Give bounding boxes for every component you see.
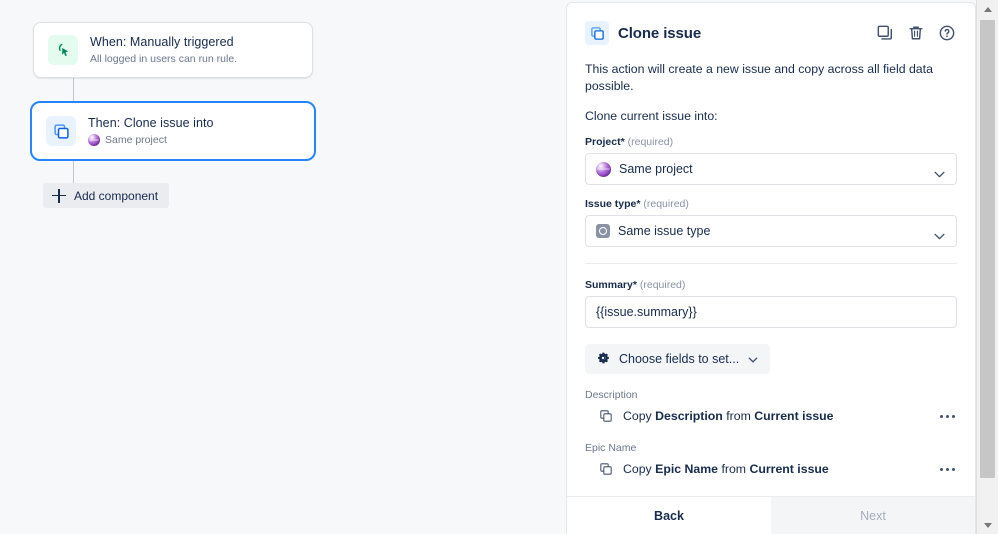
project-avatar-icon (88, 134, 100, 146)
copy-icon (599, 409, 615, 423)
copy-field: Description (655, 409, 723, 423)
field-issue-type: Issue type* (required) Same issue type (585, 197, 957, 247)
duplicate-icon[interactable] (875, 23, 895, 43)
summary-required-star: * (633, 279, 637, 291)
next-button[interactable]: Next (771, 497, 975, 534)
copy-group: Description Copy Description from Curren… (585, 388, 957, 427)
chevron-down-icon (934, 229, 945, 243)
copy-middle: from (721, 462, 746, 476)
copy-row-text: Copy Description from Current issue (623, 409, 834, 423)
more-actions-icon[interactable] (940, 415, 957, 418)
trigger-subtitle-row: All logged in users can run rule. (90, 52, 237, 67)
copy-row-text: Copy Epic Name from Current issue (623, 462, 829, 476)
panel-footer: Back Next (567, 496, 975, 534)
gear-icon (596, 351, 610, 368)
panel-scroll-area: Clone issue (567, 3, 975, 496)
copy-source: Current issue (749, 462, 828, 476)
clone-issue-icon (46, 116, 76, 146)
chevron-down-icon (934, 167, 945, 181)
copy-group: Epic Name Copy Epic Name from Current is… (585, 441, 957, 480)
field-project: Project* (required) Same project (585, 135, 957, 185)
issue-type-required-note: (required) (643, 198, 689, 210)
choose-fields-button[interactable]: Choose fields to set... (585, 344, 770, 374)
summary-label-text: Summary (585, 279, 633, 291)
choose-fields-label: Choose fields to set... (619, 352, 739, 366)
page-title: Clone issue (618, 25, 701, 42)
panel-lead-text: Clone current issue into: (585, 109, 957, 123)
issue-type-required-star: * (636, 198, 640, 210)
action-subtitle: Same project (105, 133, 167, 148)
scroll-up-button[interactable] (977, 0, 998, 18)
rule-card-action[interactable]: Then: Clone issue into Same project (30, 101, 316, 161)
project-avatar-icon (596, 162, 611, 177)
trash-icon[interactable] (906, 23, 926, 43)
more-actions-icon[interactable] (940, 468, 957, 471)
panel-header-actions (875, 23, 957, 43)
copy-prefix: Copy (623, 462, 652, 476)
project-select-value: Same project (619, 162, 693, 176)
help-icon[interactable] (937, 23, 957, 43)
copy-row[interactable]: Copy Description from Current issue (585, 405, 957, 427)
project-select[interactable]: Same project (585, 153, 957, 185)
connector-line-1 (73, 78, 74, 101)
trigger-title: When: Manually triggered (90, 34, 237, 50)
action-config-panel: Clone issue (566, 2, 976, 534)
caret-up-icon (984, 7, 992, 12)
panel-description: This action will create a new issue and … (585, 61, 957, 95)
issue-type-select-value-wrap: Same issue type (596, 224, 710, 238)
copy-icon (599, 462, 615, 476)
project-required-star: * (621, 136, 625, 148)
automation-rule-editor: When: Manually triggered All logged in u… (0, 0, 998, 534)
issue-type-select-value: Same issue type (618, 224, 710, 238)
copy-prefix: Copy (623, 409, 652, 423)
add-component-label: Add component (74, 189, 158, 203)
action-subtitle-row: Same project (88, 133, 213, 148)
field-label-project: Project* (required) (585, 135, 957, 149)
copy-row[interactable]: Copy Epic Name from Current issue (585, 458, 957, 480)
field-label-summary: Summary* (required) (585, 278, 957, 292)
page-scrollbar[interactable] (976, 0, 998, 534)
field-label-issue-type: Issue type* (required) (585, 197, 957, 211)
section-divider (585, 263, 957, 264)
copy-field: Epic Name (655, 462, 718, 476)
project-select-value-wrap: Same project (596, 162, 693, 177)
cursor-click-icon (48, 35, 78, 65)
project-label-text: Project (585, 136, 621, 148)
panel-header: Clone issue (585, 19, 957, 47)
issue-type-icon (596, 224, 610, 238)
scrollbar-thumb[interactable] (980, 20, 995, 478)
project-required-note: (required) (628, 136, 674, 148)
copy-group-label: Description (585, 388, 957, 402)
action-title: Then: Clone issue into (88, 115, 213, 131)
rule-card-trigger[interactable]: When: Manually triggered All logged in u… (33, 22, 313, 78)
scroll-down-button[interactable] (977, 516, 998, 534)
summary-required-note: (required) (640, 279, 686, 291)
rule-canvas: When: Manually triggered All logged in u… (0, 0, 566, 534)
trigger-subtitle: All logged in users can run rule. (90, 52, 237, 67)
summary-input-value: {{issue.summary}} (596, 305, 697, 319)
issue-type-select[interactable]: Same issue type (585, 215, 957, 247)
summary-input[interactable]: {{issue.summary}} (585, 296, 957, 328)
clone-issue-icon (585, 21, 609, 45)
connector-line-2 (73, 161, 74, 184)
plus-icon (52, 189, 66, 203)
copy-source: Current issue (754, 409, 833, 423)
issue-type-label-text: Issue type (585, 198, 636, 210)
copy-middle: from (726, 409, 751, 423)
back-button[interactable]: Back (567, 497, 771, 534)
copy-group-label: Epic Name (585, 441, 957, 455)
caret-down-icon (984, 523, 992, 528)
add-component-button[interactable]: Add component (43, 183, 169, 208)
field-summary: Summary* (required) {{issue.summary}} (585, 278, 957, 328)
chevron-down-icon (748, 352, 758, 366)
